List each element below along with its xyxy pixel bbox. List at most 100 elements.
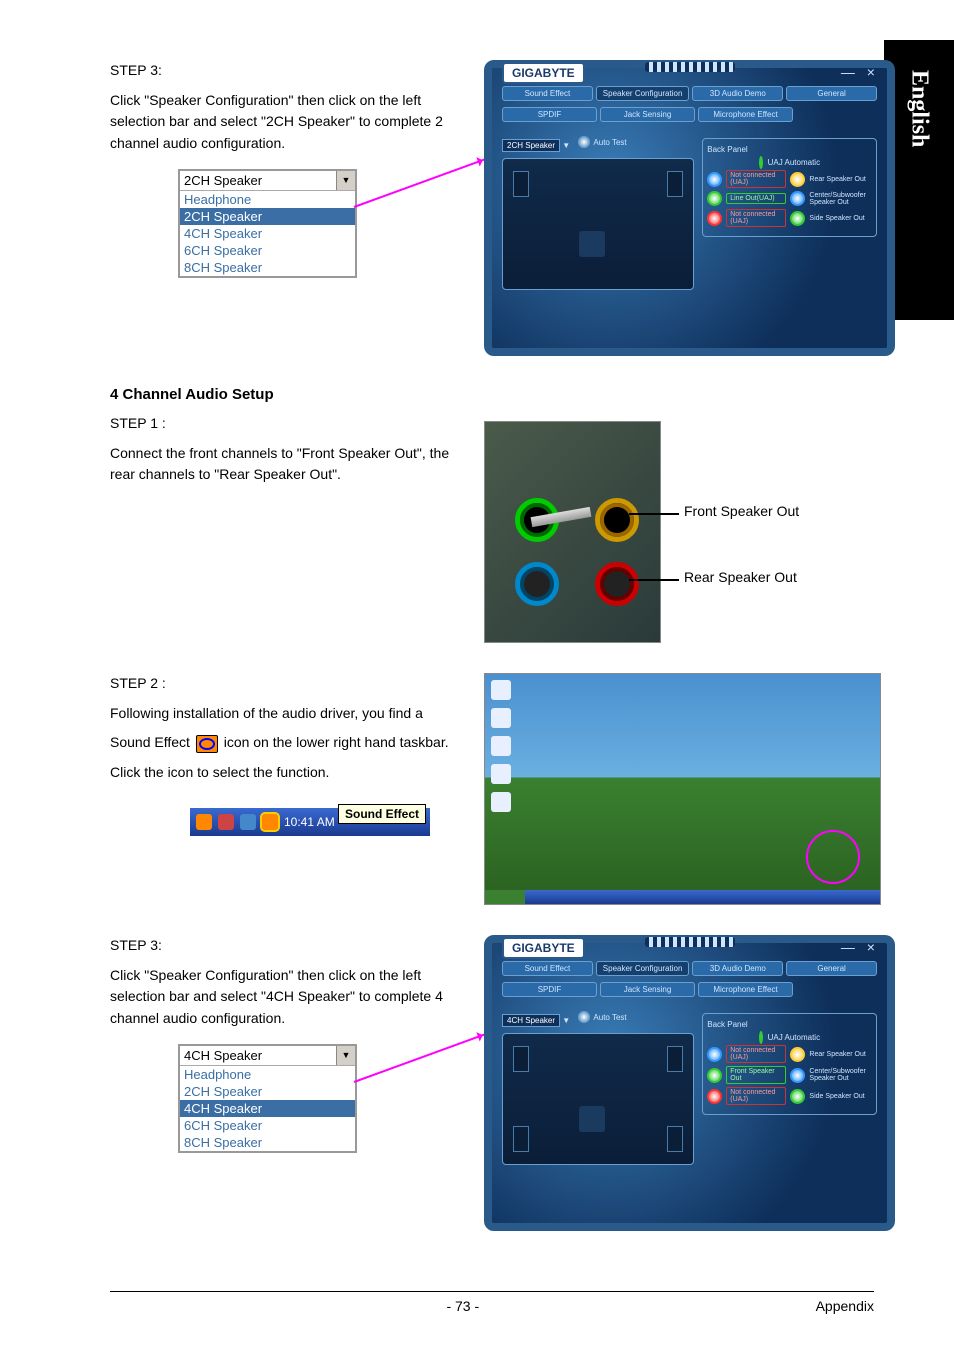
jack-icon <box>790 211 805 226</box>
step2-body2: Sound Effect icon on the lower right han… <box>110 732 450 754</box>
tab-sound-effect[interactable]: Sound Effect <box>502 961 593 976</box>
port-icon <box>515 562 559 606</box>
step1-4ch-title: STEP 1 : <box>110 413 450 435</box>
taskbar-clock: 10:41 AM <box>284 815 335 829</box>
dropdown-option[interactable]: 6CH Speaker <box>180 1117 355 1134</box>
jack-icon <box>707 1089 722 1104</box>
tab-jack-sensing[interactable]: Jack Sensing <box>600 107 695 122</box>
tab-sound-effect[interactable]: Sound Effect <box>502 86 593 101</box>
jack-status: Not connected (UAJ) <box>726 1087 786 1105</box>
sound-effect-icon <box>196 735 218 753</box>
rear-speaker-port-icon <box>595 562 639 606</box>
step3-4ch-title: STEP 3: <box>110 935 450 957</box>
tab-3d-audio-demo[interactable]: 3D Audio Demo <box>692 961 783 976</box>
jack-status: Front Speaker Out <box>726 1066 786 1084</box>
speaker-room-preview <box>502 158 694 290</box>
step2-body3: Click the icon to select the function. <box>110 762 450 784</box>
tab-jack-sensing[interactable]: Jack Sensing <box>600 982 695 997</box>
jack-icon <box>790 1047 805 1062</box>
desktop-taskbar[interactable] <box>485 890 880 904</box>
tray-icon[interactable] <box>196 814 212 830</box>
uaj-label: UAJ Automatic <box>768 1033 820 1042</box>
highlight-circle-icon <box>806 830 860 884</box>
auto-test-button[interactable]: Auto Test <box>578 1011 626 1023</box>
tab-general[interactable]: General <box>786 86 877 101</box>
desktop-icon[interactable] <box>491 708 511 728</box>
step1-4ch-body: Connect the front channels to "Front Spe… <box>110 443 450 486</box>
jack-indicator-icon <box>759 156 763 169</box>
jack-label: Side Speaker Out <box>809 215 872 222</box>
speaker-dropdown-2ch[interactable]: 2CH Speaker ▼ Headphone 2CH Speaker 4CH S… <box>178 169 357 278</box>
dropdown-selected: 2CH Speaker <box>184 173 262 188</box>
tab-3d-audio-demo[interactable]: 3D Audio Demo <box>692 86 783 101</box>
back-panel-group: Back Panel UAJ Automatic Not connected (… <box>702 1013 877 1115</box>
dropdown-option[interactable]: 6CH Speaker <box>180 242 355 259</box>
step3-2ch-body: Click "Speaker Configuration" then click… <box>110 90 450 155</box>
heading-4ch: 4 Channel Audio Setup <box>110 386 884 403</box>
language-label: English <box>906 70 933 147</box>
jack-icon <box>790 1068 805 1083</box>
taskbar-screenshot: Sound Effect 10:41 AM <box>190 808 430 836</box>
tab-speaker-configuration[interactable]: Speaker Configuration <box>596 961 690 976</box>
audio-config-window: GIGABYTE — × Sound Effect Speaker Config… <box>484 60 895 356</box>
auto-test-button[interactable]: Auto Test <box>578 136 626 148</box>
jack-label: Side Speaker Out <box>809 1093 872 1100</box>
window-grip-icon[interactable] <box>645 937 735 947</box>
dropdown-option[interactable]: 2CH Speaker <box>180 1083 355 1100</box>
jack-status: Not connected (UAJ) <box>726 209 786 227</box>
tab-speaker-configuration[interactable]: Speaker Configuration <box>596 86 690 101</box>
jack-status: Not connected (UAJ) <box>726 1045 786 1063</box>
tab-spdif[interactable]: SPDIF <box>502 982 597 997</box>
play-icon <box>578 136 590 148</box>
jack-icon <box>707 1047 722 1062</box>
rear-connector-photo <box>484 421 661 643</box>
jack-label: Rear Speaker Out <box>809 1051 872 1058</box>
start-button[interactable] <box>485 890 525 904</box>
dropdown-option[interactable]: 8CH Speaker <box>180 1134 355 1151</box>
jack-status: Not connected (UAJ) <box>726 170 786 188</box>
callout-front-speaker: Front Speaker Out <box>684 503 799 519</box>
tab-spdif[interactable]: SPDIF <box>502 107 597 122</box>
back-panel-group: Back Panel UAJ Automatic Not connected (… <box>702 138 877 237</box>
dropdown-option[interactable]: Headphone <box>180 191 355 208</box>
port-icon <box>595 498 639 542</box>
callout-line <box>629 579 679 581</box>
play-icon <box>578 1011 590 1023</box>
desktop-icon[interactable] <box>491 736 511 756</box>
jack-icon <box>790 172 805 187</box>
jack-status: Line Out(UAJ) <box>726 193 786 204</box>
step3-4ch-body: Click "Speaker Configuration" then click… <box>110 965 450 1030</box>
window-controls[interactable]: — × <box>841 939 879 955</box>
sound-effect-tray-icon[interactable] <box>262 814 278 830</box>
dropdown-option[interactable]: 4CH Speaker <box>180 1100 355 1117</box>
chevron-down-icon[interactable]: ▼ <box>336 171 355 190</box>
desktop-icon[interactable] <box>491 764 511 784</box>
tooltip: Sound Effect <box>338 804 426 824</box>
app-brand: GIGABYTE <box>502 62 585 84</box>
tab-general[interactable]: General <box>786 961 877 976</box>
speaker-dropdown-4ch[interactable]: 4CH Speaker▼ Headphone 2CH Speaker 4CH S… <box>178 1044 357 1153</box>
tab-microphone-effect[interactable]: Microphone Effect <box>698 107 793 122</box>
dropdown-option[interactable]: 8CH Speaker <box>180 259 355 276</box>
speaker-select[interactable]: 2CH Speaker <box>502 139 560 152</box>
dropdown-option[interactable]: 2CH Speaker <box>180 208 355 225</box>
app-brand: GIGABYTE <box>502 937 585 959</box>
window-grip-icon[interactable] <box>645 62 735 72</box>
jack-label: Rear Speaker Out <box>809 176 872 183</box>
page-number: - 73 - <box>446 1298 479 1314</box>
uaj-label: UAJ Automatic <box>768 158 820 167</box>
tray-icon[interactable] <box>218 814 234 830</box>
chevron-down-icon[interactable]: ▼ <box>336 1046 355 1065</box>
step2-4ch-title: STEP 2 : <box>110 673 450 695</box>
audio-config-window: GIGABYTE — × Sound Effect Speaker Config… <box>484 935 895 1231</box>
window-controls[interactable]: — × <box>841 64 879 80</box>
desktop-icon[interactable] <box>491 680 511 700</box>
dropdown-option[interactable]: 4CH Speaker <box>180 225 355 242</box>
tab-microphone-effect[interactable]: Microphone Effect <box>698 982 793 997</box>
dropdown-option[interactable]: Headphone <box>180 1066 355 1083</box>
step2-body1: Following installation of the audio driv… <box>110 703 450 725</box>
speaker-select[interactable]: 4CH Speaker <box>502 1014 560 1027</box>
tray-icon[interactable] <box>240 814 256 830</box>
desktop-icon[interactable] <box>491 792 511 812</box>
jack-icon <box>707 211 722 226</box>
